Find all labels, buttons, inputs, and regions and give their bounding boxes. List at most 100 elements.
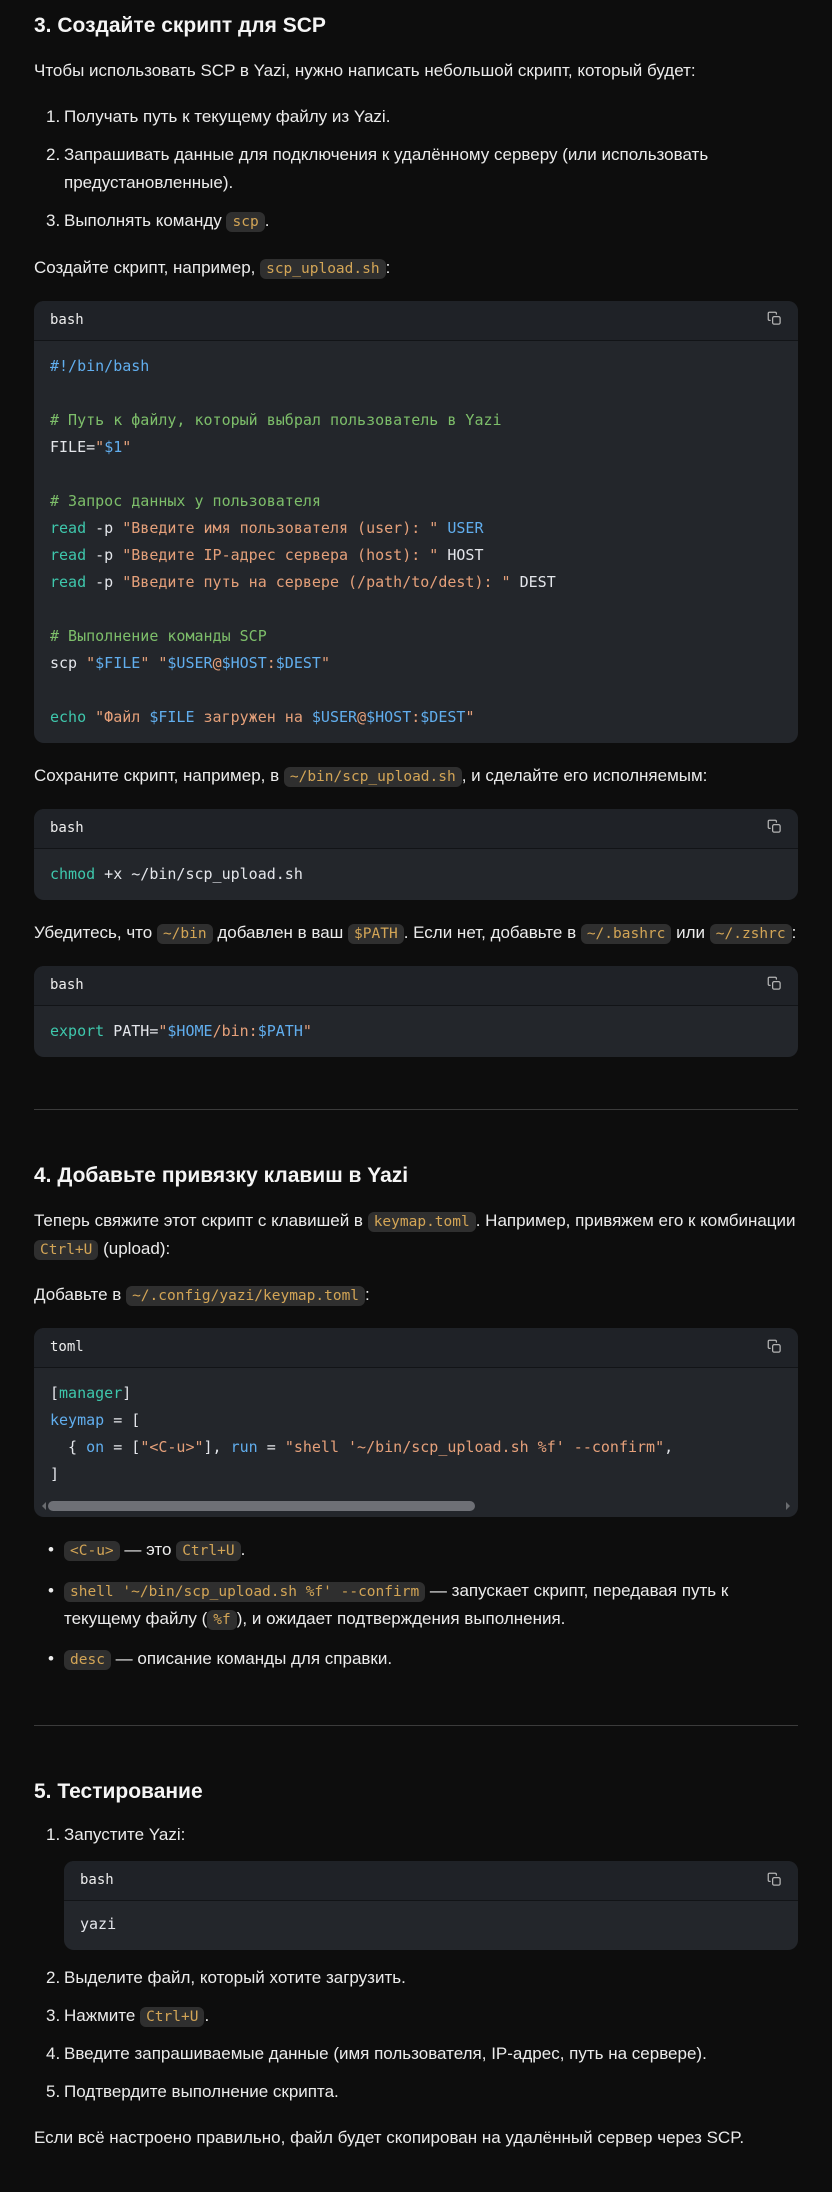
inline-code: desc [64, 1650, 111, 1670]
scrollbar-track[interactable] [48, 1501, 784, 1511]
inline-code: Ctrl+U [140, 2007, 204, 2027]
code-line [50, 461, 782, 488]
copy-code-button[interactable] [767, 976, 782, 994]
add-to-paragraph: Добавьте в ~/.config/yazi/keymap.toml: [34, 1281, 798, 1309]
section-keybinding: 4. Добавьте привязку клавиш в Yazi Тепер… [34, 1162, 798, 1673]
section-divider [34, 1109, 798, 1110]
list-item: <C-u> — это Ctrl+U. [64, 1536, 798, 1564]
code-line: ] [50, 1461, 782, 1488]
list-item: Выделите файл, который хотите загрузить. [64, 1964, 798, 1992]
copy-icon [767, 1872, 782, 1890]
code-block-scp-script: bash #!/bin/bash # Путь к файлу, который… [34, 301, 798, 743]
code-line: chmod +x ~/bin/scp_upload.sh [50, 861, 782, 888]
intro-paragraph: Чтобы использовать SCP в Yazi, нужно нап… [34, 57, 798, 85]
inline-code: shell '~/bin/scp_upload.sh %f' --confirm [64, 1582, 425, 1602]
inline-code: ~/.config/yazi/keymap.toml [126, 1286, 365, 1306]
inline-code: Ctrl+U [34, 1240, 98, 1260]
copy-code-button[interactable] [767, 1872, 782, 1890]
code-line: export PATH="$HOME/bin:$PATH" [50, 1018, 782, 1045]
copy-code-button[interactable] [767, 311, 782, 329]
copy-icon [767, 1339, 782, 1357]
list-item: Запрашивать данные для подключения к уда… [64, 141, 798, 197]
list-item: Выполнять команду scp. [64, 207, 798, 235]
code-block-chmod: bash chmod +x ~/bin/scp_upload.sh [34, 809, 798, 900]
inline-code: $PATH [348, 924, 404, 944]
section-create-scp-script: 3. Создайте скрипт для SCP Чтобы использ… [34, 12, 798, 1057]
code-language-label: bash [50, 974, 84, 997]
code-language-label: bash [80, 1869, 114, 1892]
code-line: read -p "Введите IP-адрес сервера (host)… [50, 542, 782, 569]
code-content: export PATH="$HOME/bin:$PATH" [34, 1006, 798, 1057]
copy-code-button[interactable] [767, 819, 782, 837]
inline-code: scp_upload.sh [260, 259, 386, 279]
save-script-paragraph: Сохраните скрипт, например, в ~/bin/scp_… [34, 762, 798, 790]
code-content: chmod +x ~/bin/scp_upload.sh [34, 849, 798, 900]
list-item: Подтвердите выполнение скрипта. [64, 2078, 798, 2106]
inline-code: %f [207, 1610, 236, 1630]
code-content: #!/bin/bash # Путь к файлу, который выбр… [34, 341, 798, 743]
inline-code: ~/.zshrc [710, 924, 792, 944]
code-content: [manager]keymap = [ { on = ["<C-u>"], ru… [34, 1368, 798, 1500]
section-5-heading: 5. Тестирование [34, 1778, 798, 1805]
list-item: Введите запрашиваемые данные (имя пользо… [64, 2040, 798, 2068]
keymap-notes-list: <C-u> — это Ctrl+U. shell '~/bin/scp_upl… [34, 1536, 798, 1672]
code-block-export-path: bash export PATH="$HOME/bin:$PATH" [34, 966, 798, 1057]
inline-code: Ctrl+U [176, 1541, 240, 1561]
scp-script-steps-list: Получать путь к текущему файлу из Yazi. … [34, 103, 798, 235]
code-line: { on = ["<C-u>"], run = "shell '~/bin/sc… [50, 1434, 782, 1461]
section-4-heading: 4. Добавьте привязку клавиш в Yazi [34, 1162, 798, 1189]
code-line: #!/bin/bash [50, 353, 782, 380]
code-line: read -p "Введите путь на сервере (/path/… [50, 569, 782, 596]
code-block-header: bash [34, 301, 798, 341]
assistant-message: 3. Создайте скрипт для SCP Чтобы использ… [0, 0, 832, 2152]
list-item: Запустите Yazi: bash yazi [64, 1821, 798, 1950]
copy-icon [767, 311, 782, 329]
code-line: [manager] [50, 1380, 782, 1407]
code-block-header: bash [34, 809, 798, 849]
inline-code: ~/bin/scp_upload.sh [284, 767, 462, 787]
code-language-label: toml [50, 1336, 84, 1359]
code-line [50, 596, 782, 623]
section-3-heading: 3. Создайте скрипт для SCP [34, 12, 798, 39]
code-line: keymap = [ [50, 1407, 782, 1434]
code-language-label: bash [50, 817, 84, 840]
outro-paragraph: Если всё настроено правильно, файл будет… [34, 2124, 798, 2152]
code-line: read -p "Введите имя пользователя (user)… [50, 515, 782, 542]
code-block-keymap-toml: toml [manager]keymap = [ { on = ["<C-u>"… [34, 1328, 798, 1517]
list-item: shell '~/bin/scp_upload.sh %f' --confirm… [64, 1577, 798, 1633]
inline-code: ~/.bashrc [581, 924, 672, 944]
copy-icon [767, 976, 782, 994]
code-line [50, 380, 782, 407]
keymap-intro-paragraph: Теперь свяжите этот скрипт с клавишей в … [34, 1207, 798, 1263]
code-block-yazi: bash yazi [64, 1861, 798, 1950]
scroll-left-arrow[interactable] [38, 1502, 46, 1510]
list-item: desc — описание команды для справки. [64, 1645, 798, 1673]
inline-code: ~/bin [157, 924, 213, 944]
inline-code: <C-u> [64, 1541, 120, 1561]
code-language-label: bash [50, 309, 84, 332]
scroll-right-arrow[interactable] [786, 1502, 794, 1510]
list-item: Получать путь к текущему файлу из Yazi. [64, 103, 798, 131]
code-content: yazi [64, 1901, 798, 1950]
code-line: yazi [80, 1911, 782, 1938]
list-item: Нажмите Ctrl+U. [64, 2002, 798, 2030]
scrollbar-thumb[interactable] [48, 1501, 475, 1511]
inline-code: scp [226, 212, 264, 232]
inline-code: keymap.toml [368, 1212, 476, 1232]
horizontal-scrollbar[interactable] [34, 1500, 798, 1517]
testing-steps-list: Запустите Yazi: bash yazi Выделите файл,… [34, 1821, 798, 2106]
copy-code-button[interactable] [767, 1339, 782, 1357]
code-block-header: toml [34, 1328, 798, 1368]
code-line: scp "$FILE" "$USER@$HOST:$DEST" [50, 650, 782, 677]
code-line: FILE="$1" [50, 434, 782, 461]
list-item-text: Запустите Yazi: [64, 1825, 185, 1844]
code-line: echo "Файл $FILE загружен на $USER@$HOST… [50, 704, 782, 731]
section-testing: 5. Тестирование Запустите Yazi: bash yaz… [34, 1778, 798, 2153]
code-line: # Путь к файлу, который выбрал пользоват… [50, 407, 782, 434]
section-divider [34, 1725, 798, 1726]
code-line [50, 677, 782, 704]
code-line: # Запрос данных у пользователя [50, 488, 782, 515]
create-script-paragraph: Создайте скрипт, например, scp_upload.sh… [34, 254, 798, 282]
verify-path-paragraph: Убедитесь, что ~/bin добавлен в ваш $PAT… [34, 919, 798, 947]
code-line: # Выполнение команды SCP [50, 623, 782, 650]
